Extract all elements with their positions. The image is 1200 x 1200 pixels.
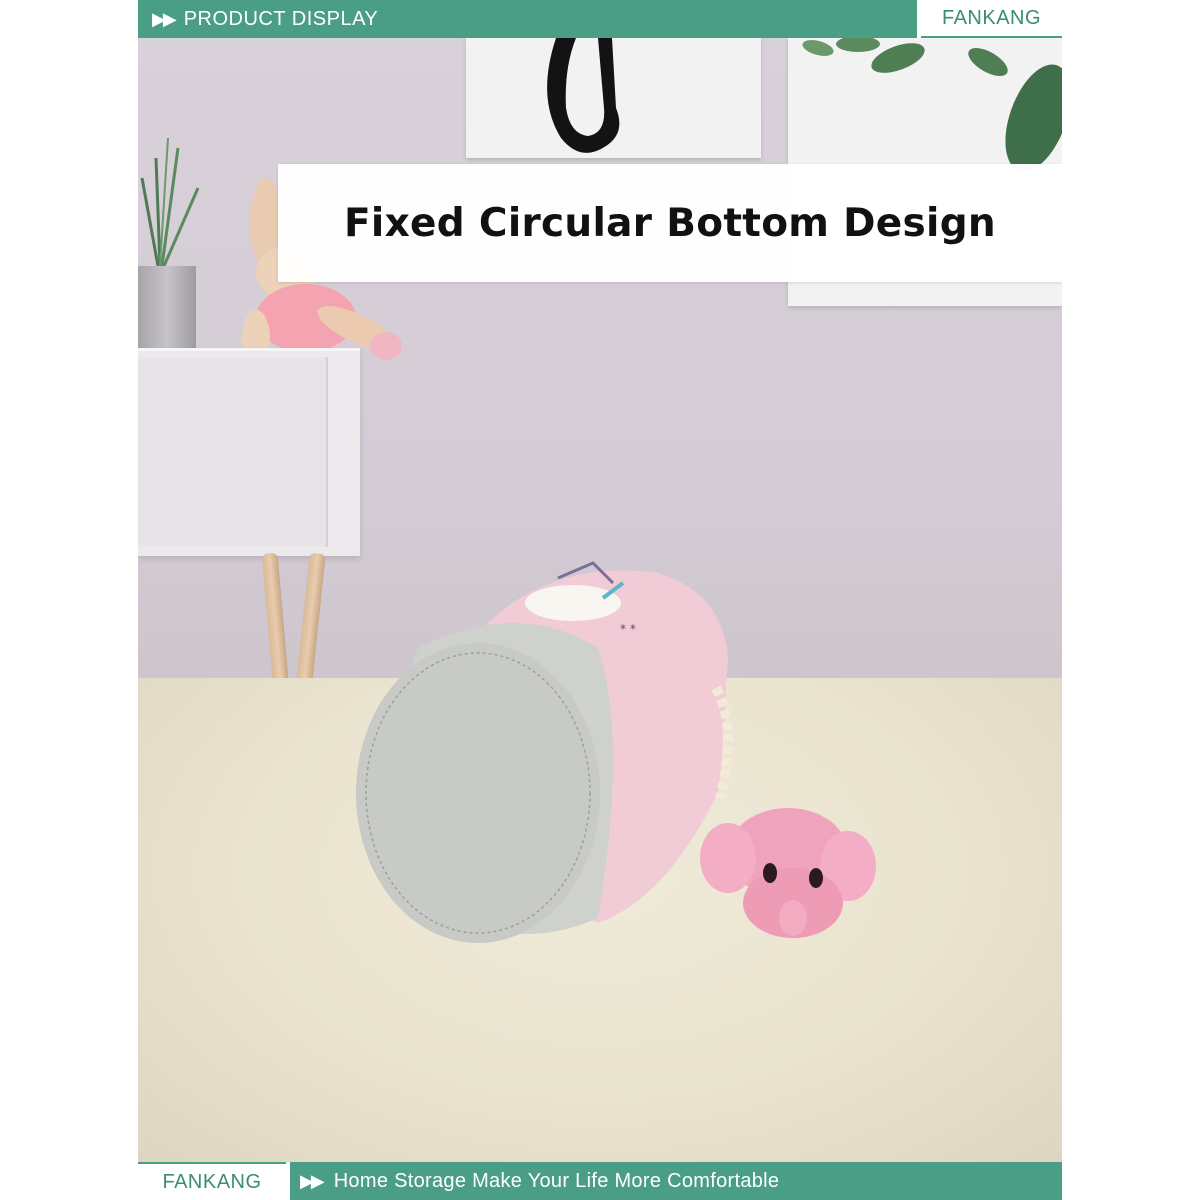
storage-basket-icon: * * <box>356 561 734 943</box>
cabinet-leg-right <box>296 552 326 684</box>
footer-slogan: Home Storage Make Your Life More Comfort… <box>333 1169 780 1192</box>
wall-poster-letter <box>466 38 761 158</box>
footer-brand: FANKANG <box>138 1162 286 1200</box>
header-bar: ▶▶ PRODUCT DISPLAY FANKANG <box>138 0 1062 38</box>
product-display-frame: ▶▶ PRODUCT DISPLAY FANKANG * * Fixed Cir… <box>138 0 1062 1200</box>
double-arrow-icon: ▶▶ <box>300 1170 325 1191</box>
side-cabinet <box>138 348 360 556</box>
plant-pot <box>138 266 196 348</box>
cabinet-door <box>138 357 328 547</box>
header-title-block: ▶▶ PRODUCT DISPLAY <box>138 0 917 38</box>
footer-bar: FANKANG ▶▶ Home Storage Make Your Life M… <box>138 1162 1062 1200</box>
letter-art-icon <box>547 38 620 153</box>
footer-slogan-block: ▶▶ Home Storage Make Your Life More Comf… <box>290 1162 1062 1200</box>
header-title: PRODUCT DISPLAY <box>183 7 379 30</box>
double-arrow-icon: ▶▶ <box>152 8 177 29</box>
feature-banner-text: Fixed Circular Bottom Design <box>343 200 996 246</box>
elephant-plush-icon <box>700 808 876 938</box>
header-brand: FANKANG <box>921 0 1062 38</box>
product-photo: * * Fixed Circular Bottom Design <box>138 38 1062 1162</box>
svg-text:* *: * * <box>620 622 636 636</box>
plant-icon <box>140 138 200 267</box>
feature-banner: Fixed Circular Bottom Design <box>278 164 1062 282</box>
